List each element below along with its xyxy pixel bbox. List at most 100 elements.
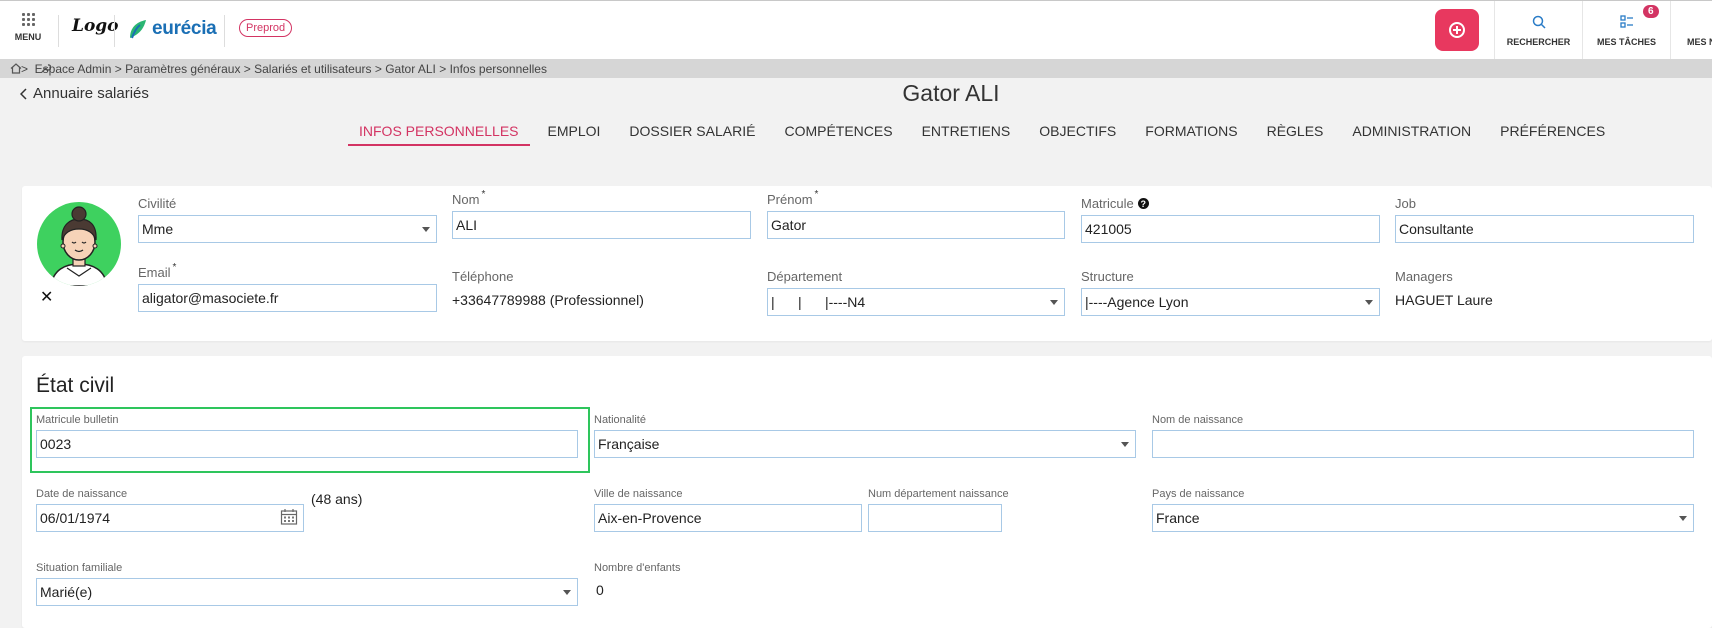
search-button[interactable]: RECHERCHER — [1494, 1, 1582, 60]
avatar[interactable] — [37, 202, 121, 286]
matricule-label: Matricule — [1081, 196, 1134, 211]
top-bar: MENU Logo eurécia Preprod RECHERCHER 6 M… — [0, 0, 1712, 60]
tab-regles[interactable]: RÈGLES — [1256, 123, 1335, 146]
prenom-value: Gator — [771, 217, 807, 233]
calendar-icon[interactable] — [280, 508, 298, 526]
ville-naissance-field: Ville de naissance Aix-en-Provence — [594, 488, 862, 532]
managers-label: Managers — [1395, 269, 1453, 284]
prenom-label: Prénom — [767, 192, 813, 207]
ville-naissance-label: Ville de naissance — [594, 488, 683, 500]
etat-civil-title: État civil — [36, 374, 115, 397]
civilite-field: Civilité Mme — [138, 196, 437, 243]
brand-name: eurécia — [152, 18, 217, 39]
nom-value: ALI — [456, 217, 478, 233]
tab-administration[interactable]: ADMINISTRATION — [1341, 123, 1482, 146]
company-logo[interactable]: Logo — [72, 16, 119, 36]
departement-label: Département — [767, 269, 843, 284]
tasks-button[interactable]: 6 MES TÂCHES — [1582, 1, 1670, 60]
tasks-count-badge: 6 — [1643, 5, 1659, 18]
env-badge: Preprod — [239, 19, 293, 37]
num-dept-naissance-field: Num département naissance — [868, 488, 1009, 532]
date-naissance-value: 06/01/1974 — [40, 510, 111, 526]
telephone-label: Téléphone — [452, 269, 514, 284]
tab-infos-personnelles[interactable]: INFOS PERSONNELLES — [348, 123, 530, 146]
tab-dossier-salarie[interactable]: DOSSIER SALARIÉ — [618, 123, 766, 146]
nom-input[interactable]: ALI — [452, 211, 751, 239]
grid-icon — [10, 13, 46, 26]
nom-naissance-label: Nom de naissance — [1152, 414, 1244, 426]
num-dept-naissance-label: Num département naissance — [868, 488, 1009, 500]
chevron-down-icon — [1121, 442, 1129, 447]
age-value: (48 ans) — [311, 491, 363, 507]
matricule-input[interactable]: 421005 — [1081, 215, 1380, 243]
required-mark: * — [172, 262, 177, 273]
civilite-select[interactable]: Mme — [138, 215, 437, 243]
nationalite-label: Nationalité — [594, 414, 646, 426]
tab-entretiens[interactable]: ENTRETIENS — [911, 123, 1022, 146]
breadcrumb: > Espace Admin > Paramètres généraux > S… — [0, 59, 1712, 78]
date-naissance-label: Date de naissance — [36, 488, 128, 500]
tab-preferences[interactable]: PRÉFÉRENCES — [1489, 123, 1616, 146]
menu-button[interactable]: MENU — [10, 13, 46, 42]
nombre-enfants-value: 0 — [596, 582, 604, 598]
menu-label: MENU — [14, 32, 42, 42]
required-mark: * — [814, 189, 819, 200]
tab-competences[interactable]: COMPÉTENCES — [773, 123, 903, 146]
pays-naissance-field: Pays de naissance France — [1152, 488, 1694, 532]
age-field: (48 ans) — [311, 487, 362, 507]
situation-familiale-field: Situation familiale Marié(e) — [36, 562, 578, 606]
chevron-down-icon — [1679, 516, 1687, 521]
tab-emploi[interactable]: EMPLOI — [537, 123, 612, 146]
departement-select[interactable]: | | |----N4 — [767, 288, 1065, 316]
brand-logo[interactable]: eurécia — [128, 18, 217, 40]
divider — [58, 15, 59, 47]
tab-formations[interactable]: FORMATIONS — [1134, 123, 1248, 146]
nom-naissance-input[interactable] — [1152, 430, 1694, 458]
managers-value[interactable]: HAGUET Laure — [1395, 288, 1694, 308]
situation-familiale-value: Marié(e) — [40, 584, 93, 600]
pays-naissance-label: Pays de naissance — [1152, 488, 1245, 500]
civilite-label: Civilité — [138, 196, 177, 211]
prenom-field: Prénom * Gator — [767, 189, 1065, 239]
email-input[interactable]: aligator@masociete.fr — [138, 284, 437, 312]
job-value: Consultante — [1399, 221, 1474, 237]
situation-familiale-select[interactable]: Marié(e) — [36, 578, 578, 606]
email-value: aligator@masociete.fr — [142, 290, 279, 306]
date-naissance-input[interactable]: 06/01/1974 — [36, 504, 304, 532]
matricule-bulletin-input[interactable]: 0023 — [36, 430, 578, 458]
ville-naissance-input[interactable]: Aix-en-Provence — [594, 504, 862, 532]
situation-familiale-label: Situation familiale — [36, 562, 123, 574]
nombre-enfants-label: Nombre d'enfants — [594, 562, 681, 574]
structure-label: Structure — [1081, 269, 1134, 284]
structure-select[interactable]: |----Agence Lyon — [1081, 288, 1380, 316]
more-button[interactable]: MES N — [1670, 1, 1712, 60]
ville-naissance-value: Aix-en-Provence — [598, 510, 702, 526]
email-label: Email — [138, 265, 171, 280]
tab-objectifs[interactable]: OBJECTIFS — [1028, 123, 1127, 146]
tasks-label: MES TÂCHES — [1596, 37, 1656, 47]
tasks-icon — [1619, 15, 1633, 28]
matricule-field: Matricule? 421005 — [1081, 196, 1380, 243]
help-icon[interactable]: ? — [1137, 198, 1149, 209]
search-label: RECHERCHER — [1506, 37, 1571, 47]
job-label: Job — [1395, 196, 1416, 211]
user-avatar-icon — [50, 206, 108, 286]
departement-value: | | |----N4 — [771, 294, 866, 310]
telephone-value: +33647789988 (Professionnel) — [452, 292, 644, 308]
departement-field: Département | | |----N4 — [767, 269, 1065, 316]
pays-naissance-select[interactable]: France — [1152, 504, 1694, 532]
date-naissance-field: Date de naissance 06/01/1974 — [36, 488, 304, 532]
search-icon — [1532, 15, 1546, 29]
matricule-bulletin-label: Matricule bulletin — [36, 414, 119, 426]
num-dept-naissance-input[interactable] — [868, 504, 1002, 532]
required-mark: * — [481, 189, 486, 200]
add-button[interactable] — [1435, 9, 1479, 51]
prenom-input[interactable]: Gator — [767, 211, 1065, 239]
telephone-field: Téléphone +33647789988 (Professionnel) — [452, 269, 751, 308]
page-title: Gator ALI — [902, 80, 1000, 106]
nationalite-select[interactable]: Française — [594, 430, 1136, 458]
remove-avatar-icon[interactable]: ✕ — [40, 287, 53, 307]
job-input[interactable]: Consultante — [1395, 215, 1694, 243]
email-field: Email * aligator@masociete.fr — [138, 262, 437, 312]
chevron-down-icon — [422, 227, 430, 232]
